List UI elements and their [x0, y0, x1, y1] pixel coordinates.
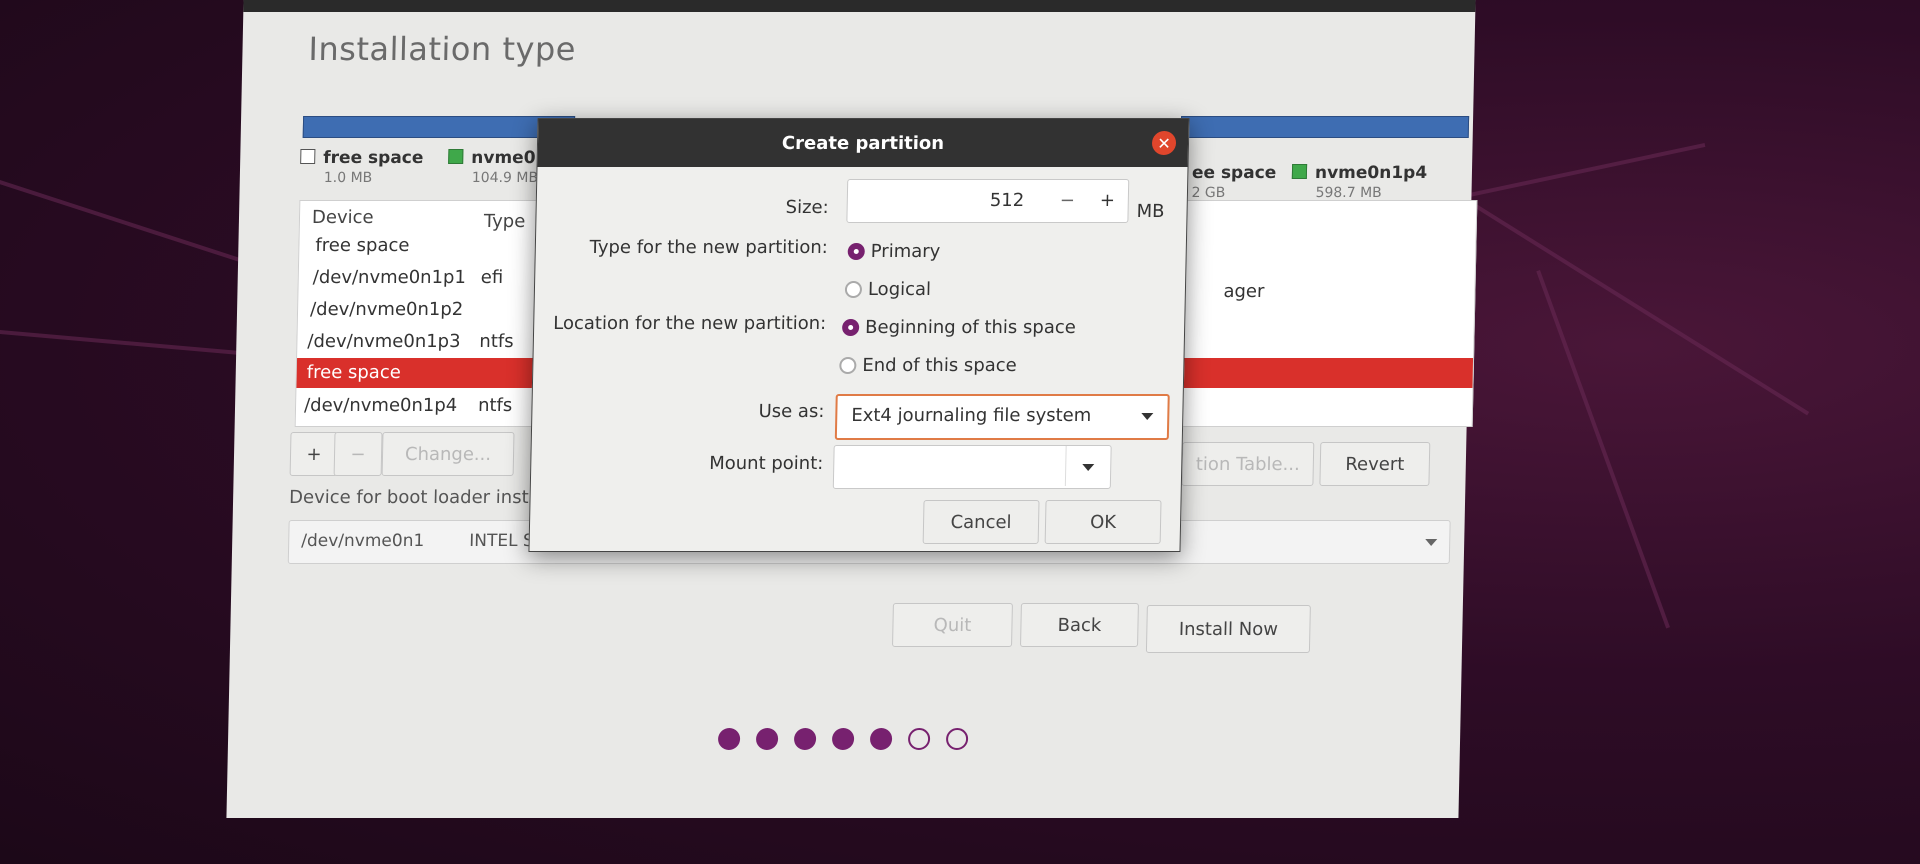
size-increase-button[interactable]: +	[1100, 190, 1116, 211]
revert-button[interactable]: Revert	[1319, 442, 1431, 486]
legend-item: nvme0n 104.9 MB	[448, 148, 548, 186]
column-header-type: Type	[483, 211, 526, 232]
legend-item: free space 1.0 MB	[300, 148, 424, 186]
size-field[interactable]: 512 − +	[846, 179, 1130, 223]
chevron-down-icon	[1425, 539, 1438, 546]
progress-dot	[869, 728, 893, 750]
partition-bar-left	[302, 116, 576, 138]
ok-button[interactable]: OK	[1044, 500, 1162, 544]
progress-dot	[831, 728, 855, 750]
radio-selected-icon	[847, 243, 865, 260]
new-partition-table-button[interactable]: tion Table...	[1181, 442, 1315, 486]
remove-partition-button[interactable]: −	[333, 432, 383, 476]
install-now-button[interactable]: Install Now	[1145, 605, 1311, 653]
boot-loader-device: /dev/nvme0n1	[301, 531, 425, 551]
type-label: Type for the new partition:	[589, 237, 829, 258]
boot-loader-label: Device for boot loader inst	[288, 487, 529, 508]
size-value: 512	[989, 190, 1025, 211]
location-label: Location for the new partition:	[553, 313, 827, 334]
progress-dot	[717, 728, 741, 750]
dialog-title: Create partition	[537, 119, 1189, 167]
use-as-value: Ext4 journaling file system	[851, 405, 1092, 426]
radio-empty-icon	[844, 281, 863, 298]
back-button[interactable]: Back	[1020, 603, 1139, 647]
mount-point-label: Mount point:	[708, 453, 824, 474]
quit-button[interactable]: Quit	[892, 603, 1013, 647]
size-decrease-button[interactable]: −	[1060, 190, 1076, 211]
progress-dot	[793, 728, 817, 750]
cancel-button[interactable]: Cancel	[922, 500, 1040, 544]
size-unit: MB	[1136, 201, 1165, 222]
wallpaper-line	[1536, 270, 1670, 629]
wallpaper-line	[1460, 143, 1706, 199]
chevron-down-icon	[1141, 413, 1154, 420]
radio-empty-icon	[839, 357, 857, 374]
mount-point-field[interactable]	[832, 445, 1112, 489]
legend-item: ee space 2 GB	[1191, 163, 1277, 201]
page-title: Installation type	[308, 30, 577, 68]
progress-dot	[755, 728, 779, 750]
radio-selected-icon	[841, 319, 860, 336]
change-partition-button[interactable]: Change...	[381, 432, 515, 476]
row-type-fragment: ager	[1223, 281, 1265, 302]
create-partition-dialog: Create partition ✕ Size: 512 − + MB Type…	[528, 118, 1190, 552]
wallpaper-line	[1467, 200, 1810, 416]
type-logical-radio[interactable]: Logical	[844, 279, 931, 300]
partition-swatch-icon	[1291, 164, 1308, 179]
progress-dots	[717, 728, 969, 750]
location-beginning-radio[interactable]: Beginning of this space	[841, 317, 1076, 338]
progress-dot	[945, 728, 969, 750]
type-primary-radio[interactable]: Primary	[847, 241, 941, 262]
chevron-down-icon	[1082, 464, 1095, 471]
progress-dot	[907, 728, 931, 750]
add-partition-button[interactable]: +	[289, 432, 339, 476]
partition-swatch-icon	[448, 149, 464, 164]
legend-item: nvme0n1p4 598.7 MB	[1291, 163, 1427, 201]
use-as-label: Use as:	[758, 401, 825, 422]
use-as-select[interactable]: Ext4 journaling file system	[834, 394, 1170, 440]
wallpaper-line	[0, 330, 250, 356]
size-label: Size:	[785, 197, 829, 218]
column-header-device: Device	[311, 207, 374, 228]
partition-bar-right	[1180, 116, 1470, 138]
mount-point-dropdown-button[interactable]	[1064, 446, 1111, 486]
boot-loader-model: INTEL S	[469, 531, 534, 551]
free-space-swatch-icon	[300, 149, 316, 164]
window-titlebar	[243, 0, 1476, 12]
location-end-radio[interactable]: End of this space	[839, 355, 1017, 376]
